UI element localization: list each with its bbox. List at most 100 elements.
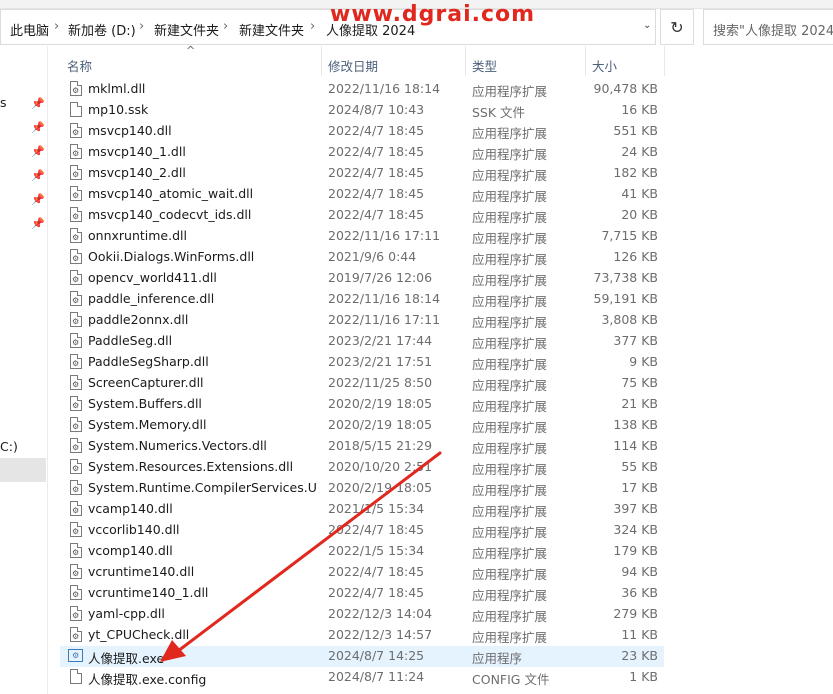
chevron-right-icon[interactable]: ›	[310, 19, 315, 34]
file-row[interactable]: ⚙ PaddleSeg.dll 2023/2/21 17:44 应用程序扩展 377 K…	[60, 331, 664, 352]
file-row[interactable]: ⚙ System.Resources.Extensions.dll 2020/10/…	[60, 457, 664, 478]
navigation-pane[interactable]: s 📌 📌 📌 📌 📌 📌 C:)	[0, 46, 48, 694]
file-name: msvcp140_2.dll	[88, 165, 186, 180]
file-type: 应用程序扩展	[472, 567, 548, 582]
file-row[interactable]: ⚙ vcomp140.dll 2022/1/5 15:34 应用程序扩展 179 KB	[60, 541, 664, 562]
file-row[interactable]: ⚙ paddle2onnx.dll 2022/11/16 17:11 应用程序扩展 3,…	[60, 310, 664, 331]
file-name: System.Numerics.Vectors.dll	[88, 438, 267, 453]
file-row[interactable]: ⚙ Ookii.Dialogs.WinForms.dll 2021/9/6 0:44…	[60, 247, 664, 268]
search-input[interactable]: 搜索"人像提取 2024"	[703, 9, 833, 45]
file-row[interactable]: ⚙ mklml.dll 2022/11/16 18:14 应用程序扩展 90,478 K…	[60, 79, 664, 100]
file-row[interactable]: 人像提取.exe.config 2024/8/7 11:24 CONFIG 文件 1 …	[60, 667, 664, 688]
file-row[interactable]: ⚙ paddle_inference.dll 2022/11/16 18:14 应用程…	[60, 289, 664, 310]
file-row[interactable]: ⚙ System.Numerics.Vectors.dll 2018/5/15 21…	[60, 436, 664, 457]
watermark: www.dgrai.com	[330, 2, 536, 27]
file-row[interactable]: ⚙ msvcp140_2.dll 2022/4/7 18:45 应用程序扩展 182 K…	[60, 163, 664, 184]
file-row[interactable]: ⚙ yaml-cpp.dll 2022/12/3 14:04 应用程序扩展 279 KB	[60, 604, 664, 625]
file-list[interactable]: ⚙ mklml.dll 2022/11/16 18:14 应用程序扩展 90,478 K…	[60, 79, 664, 688]
column-divider[interactable]	[664, 46, 665, 76]
nav-item-partial[interactable]: s	[0, 95, 7, 110]
file-row[interactable]: ⚙ ScreenCapturer.dll 2022/11/25 8:50 应用程序扩展…	[60, 373, 664, 394]
file-row[interactable]: ⚙ msvcp140_codecvt_ids.dll 2022/4/7 18:45 应…	[60, 205, 664, 226]
breadcrumb-drive-d[interactable]: 新加卷 (D:)	[68, 20, 136, 39]
column-header-date[interactable]: 修改日期	[328, 56, 378, 75]
column-header-name[interactable]: 名称	[67, 56, 92, 75]
file-date: 2020/2/19 18:05	[328, 417, 433, 432]
address-dropdown-icon[interactable]: ⌄	[643, 20, 655, 32]
column-divider[interactable]	[465, 46, 466, 76]
pin-icon[interactable]: 📌	[31, 145, 45, 159]
file-row[interactable]: ⚙ System.Memory.dll 2020/2/19 18:05 应用程序扩展 1…	[60, 415, 664, 436]
file-size: 16 KB	[621, 102, 658, 117]
file-size: 94 KB	[621, 564, 658, 579]
file-type: 应用程序扩展	[472, 189, 548, 204]
file-date: 2023/2/21 17:44	[328, 333, 433, 348]
dll-file-icon: ⚙	[70, 585, 82, 600]
file-row[interactable]: ⚙ opencv_world411.dll 2019/7/26 12:06 应用程序扩…	[60, 268, 664, 289]
file-row[interactable]: ⚙ msvcp140_atomic_wait.dll 2022/4/7 18:45 应…	[60, 184, 664, 205]
file-row[interactable]: ⚙ msvcp140_1.dll 2022/4/7 18:45 应用程序扩展 24 KB	[60, 142, 664, 163]
file-name: Ookii.Dialogs.WinForms.dll	[88, 249, 255, 264]
dll-file-icon: ⚙	[70, 228, 82, 243]
file-row[interactable]: ⚙ yt_CPUCheck.dll 2022/12/3 14:57 应用程序扩展 11 …	[60, 625, 664, 646]
file-type: 应用程序扩展	[472, 609, 548, 624]
column-header-size[interactable]: 大小	[592, 56, 617, 75]
chevron-right-icon[interactable]: ›	[139, 19, 144, 34]
pin-icon[interactable]: 📌	[31, 121, 45, 135]
column-header-type[interactable]: 类型	[472, 56, 497, 75]
file-type: 应用程序扩展	[472, 315, 548, 330]
pin-icon[interactable]: 📌	[31, 169, 45, 183]
file-row[interactable]: ⚙ onnxruntime.dll 2022/11/16 17:11 应用程序扩展 7,…	[60, 226, 664, 247]
file-date: 2021/9/6 0:44	[328, 249, 417, 264]
file-size: 90,478 KB	[593, 81, 658, 96]
nav-selected-item[interactable]	[0, 458, 46, 482]
dll-file-icon: ⚙	[70, 249, 82, 264]
nav-item-drive-c[interactable]: C:)	[0, 439, 18, 454]
dll-file-icon: ⚙	[70, 81, 82, 96]
file-date: 2023/2/21 17:51	[328, 354, 433, 369]
file-row[interactable]: ⚙ vcruntime140_1.dll 2022/4/7 18:45 应用程序扩展 3…	[60, 583, 664, 604]
file-name: vccorlib140.dll	[88, 522, 180, 537]
file-row[interactable]: ⚙ vccorlib140.dll 2022/4/7 18:45 应用程序扩展 324 …	[60, 520, 664, 541]
file-type: 应用程序扩展	[472, 504, 548, 519]
file-row[interactable]: ⚙ PaddleSegSharp.dll 2023/2/21 17:51 应用程序扩展…	[60, 352, 664, 373]
file-row[interactable]: ⚙ vcamp140.dll 2021/1/5 15:34 应用程序扩展 397 KB	[60, 499, 664, 520]
dll-file-icon: ⚙	[70, 165, 82, 180]
file-name: mklml.dll	[88, 81, 146, 96]
dll-file-icon: ⚙	[70, 207, 82, 222]
file-row[interactable]: mp10.ssk 2024/8/7 10:43 SSK 文件 16 KB	[60, 100, 664, 121]
file-row[interactable]: ⚙ System.Runtime.CompilerServices.Un... 20…	[60, 478, 664, 499]
file-row[interactable]: ⚙ msvcp140.dll 2022/4/7 18:45 应用程序扩展 551 KB	[60, 121, 664, 142]
file-size: 279 KB	[613, 606, 658, 621]
breadcrumb-this-pc[interactable]: 此电脑	[10, 20, 49, 39]
file-size: 377 KB	[613, 333, 658, 348]
file-type: 应用程序扩展	[472, 588, 548, 603]
file-size: 21 KB	[621, 396, 658, 411]
refresh-icon[interactable]: ↻	[660, 9, 694, 45]
column-divider[interactable]	[585, 46, 586, 76]
chevron-right-icon[interactable]: ›	[54, 19, 59, 34]
breadcrumb-folder-2[interactable]: 新建文件夹	[239, 20, 304, 39]
file-size: 36 KB	[621, 585, 658, 600]
dll-file-icon: ⚙	[70, 501, 82, 516]
pin-icon[interactable]: 📌	[31, 97, 45, 111]
file-row[interactable]: ⚙ System.Buffers.dll 2020/2/19 18:05 应用程序扩展…	[60, 394, 664, 415]
file-size: 3,808 KB	[601, 312, 658, 327]
pin-icon[interactable]: 📌	[31, 193, 45, 207]
file-size: 179 KB	[613, 543, 658, 558]
breadcrumb-folder-1[interactable]: 新建文件夹	[154, 20, 219, 39]
file-name: PaddleSeg.dll	[88, 333, 173, 348]
file-date: 2024/8/7 14:25	[328, 648, 425, 663]
address-bar[interactable]: 此电脑 › 新加卷 (D:) › 新建文件夹 › 新建文件夹 › 人像提取 20…	[0, 9, 656, 45]
pin-icon[interactable]: 📌	[31, 217, 45, 231]
column-divider[interactable]	[321, 46, 322, 76]
file-row[interactable]: ⚙ 人像提取.exe 2024/8/7 14:25 应用程序 23 KB	[60, 646, 664, 667]
file-icon	[70, 102, 82, 117]
dll-file-icon: ⚙	[70, 375, 82, 390]
dll-file-icon: ⚙	[70, 522, 82, 537]
file-name: ScreenCapturer.dll	[88, 375, 204, 390]
file-name: System.Resources.Extensions.dll	[88, 459, 294, 474]
pane-divider[interactable]	[47, 46, 48, 694]
chevron-right-icon[interactable]: ›	[223, 19, 228, 34]
file-row[interactable]: ⚙ vcruntime140.dll 2022/4/7 18:45 应用程序扩展 94 …	[60, 562, 664, 583]
